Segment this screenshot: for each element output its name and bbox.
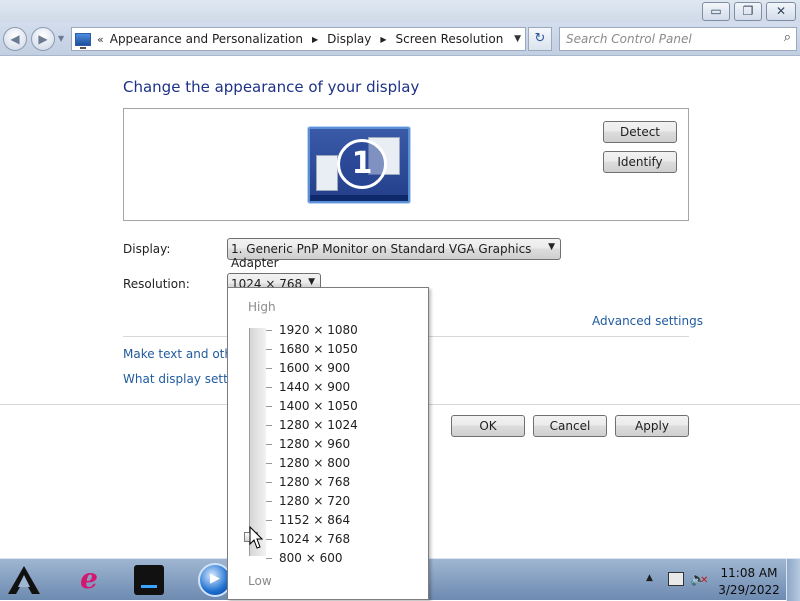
resolution-slider-track[interactable] <box>249 328 266 556</box>
resolution-option[interactable]: 1920 × 1080 <box>279 323 358 337</box>
maximize-button[interactable]: ❐ <box>734 2 762 21</box>
history-dropdown-icon[interactable]: ▼ <box>58 34 64 43</box>
monitor-1-icon[interactable]: 1 <box>308 127 410 203</box>
resolution-option[interactable]: 1280 × 768 <box>279 475 350 489</box>
refresh-icon[interactable]: ↻ <box>528 27 552 51</box>
network-icon[interactable] <box>668 572 684 586</box>
close-button[interactable]: ✕ <box>766 2 796 21</box>
slider-tick <box>266 425 272 426</box>
slider-tick <box>266 482 272 483</box>
display-select[interactable]: 1. Generic PnP Monitor on Standard VGA G… <box>227 238 561 270</box>
address-dropdown-icon[interactable]: ▼ <box>514 34 521 44</box>
breadcrumb-screen-resolution[interactable]: Screen Resolution <box>396 32 504 46</box>
monitor-taskbar-graphic <box>310 195 408 201</box>
slider-tick <box>266 463 272 464</box>
resolution-option[interactable]: 1024 × 768 <box>279 532 350 546</box>
display-select-value: 1. Generic PnP Monitor on Standard VGA G… <box>231 242 532 270</box>
clock-time[interactable]: 11:08 AM <box>716 566 782 580</box>
mute-x-icon: ✕ <box>700 575 709 586</box>
breadcrumb-display[interactable]: Display <box>327 32 371 46</box>
breadcrumb-overflow[interactable]: « <box>97 33 104 46</box>
resolution-option[interactable]: 1440 × 900 <box>279 380 350 394</box>
resolution-option[interactable]: 1600 × 900 <box>279 361 350 375</box>
resolution-option[interactable]: 1280 × 960 <box>279 437 350 451</box>
resolution-option[interactable]: 1280 × 800 <box>279 456 350 470</box>
resolution-option[interactable]: 1400 × 1050 <box>279 399 358 413</box>
window-caption: ▭ ❐ ✕ <box>0 0 800 22</box>
minimize-button[interactable]: ▭ <box>702 2 730 21</box>
back-button[interactable]: ◀ <box>3 27 27 51</box>
low-label: Low <box>248 574 272 588</box>
resolution-dropdown-popup: High 1920 × 1080 1680 × 1050 1600 × 900 144… <box>227 287 429 600</box>
apply-button[interactable]: Apply <box>615 415 689 437</box>
control-panel-icon <box>75 32 91 49</box>
high-label: High <box>248 300 276 314</box>
slider-tick <box>266 501 272 502</box>
slider-tick <box>266 539 272 540</box>
ie-icon[interactable]: e <box>72 563 106 597</box>
advanced-settings-link[interactable]: Advanced settings <box>592 314 703 328</box>
start-button[interactable] <box>6 563 42 597</box>
show-desktop-button[interactable] <box>786 559 800 601</box>
resolution-option[interactable]: 1152 × 864 <box>279 513 350 527</box>
slider-tick <box>266 558 272 559</box>
breadcrumb-arrow-icon[interactable]: ▶ <box>312 35 318 44</box>
breadcrumb-arrow-icon[interactable]: ▶ <box>380 35 386 44</box>
forward-button[interactable]: ▶ <box>31 27 55 51</box>
slider-tick <box>266 330 272 331</box>
ok-button[interactable]: OK <box>451 415 525 437</box>
resolution-label: Resolution: <box>123 277 190 291</box>
resolution-option[interactable]: 800 × 600 <box>279 551 343 565</box>
cancel-button[interactable]: Cancel <box>533 415 607 437</box>
search-placeholder: Search Control Panel <box>566 32 692 46</box>
tray-overflow-icon[interactable]: ▲ <box>646 573 653 583</box>
slider-tick <box>266 349 272 350</box>
slider-tick <box>266 387 272 388</box>
slider-tick <box>266 444 272 445</box>
address-bar[interactable]: « Appearance and Personalization ▶ Displ… <box>71 27 526 51</box>
monitor-preview-panel: 1 Detect Identify <box>123 108 689 221</box>
display-label: Display: <box>123 242 171 256</box>
resolution-option[interactable]: 1680 × 1050 <box>279 342 358 356</box>
clock-date[interactable]: 3/29/2022 <box>716 583 782 597</box>
monitor-number: 1 <box>337 139 387 189</box>
address-toolbar: ◀ ▶ ▼ « Appearance and Personalization ▶… <box>0 22 800 56</box>
identify-button[interactable]: Identify <box>603 151 677 173</box>
explorer-icon[interactable] <box>134 565 164 595</box>
breadcrumb-appearance[interactable]: Appearance and Personalization <box>110 32 303 46</box>
search-input[interactable]: Search Control Panel ⌕ <box>559 27 797 51</box>
page-title: Change the appearance of your display <box>123 78 420 96</box>
detect-button[interactable]: Detect <box>603 121 677 143</box>
slider-tick <box>266 520 272 521</box>
slider-tick <box>266 368 272 369</box>
chevron-down-icon: ▼ <box>548 242 555 252</box>
resolution-option[interactable]: 1280 × 720 <box>279 494 350 508</box>
slider-tick <box>266 406 272 407</box>
mouse-cursor <box>249 526 263 549</box>
monitor-window-graphic <box>316 155 338 191</box>
chevron-down-icon: ▼ <box>308 277 315 287</box>
search-icon[interactable]: ⌕ <box>784 30 791 45</box>
resolution-option[interactable]: 1280 × 1024 <box>279 418 358 432</box>
